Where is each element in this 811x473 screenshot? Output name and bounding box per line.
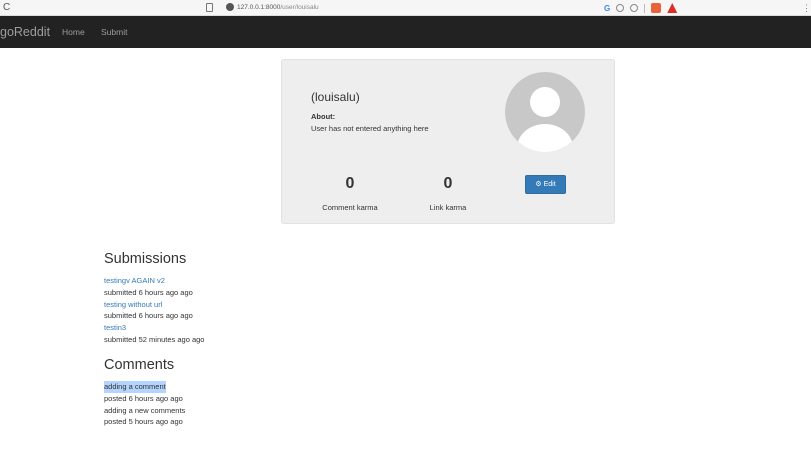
google-icon[interactable]: G (604, 4, 610, 13)
share-icon[interactable] (630, 4, 639, 12)
comment-meta: posted 5 hours ago ago (104, 417, 183, 427)
link-karma-value: 0 (443, 175, 453, 192)
navbar: goReddit Home Submit (0, 16, 811, 48)
zoom-icon[interactable] (616, 4, 625, 12)
url-path: /user/louisalu (280, 4, 319, 11)
browser-toolbar: C 127.0.0.1:8000/user/louisalu G ⋮ (0, 0, 811, 16)
comment-text[interactable]: adding a new comments (104, 405, 185, 417)
link-karma-label: Link karma (429, 203, 467, 212)
comment-karma-label: Comment karma (322, 203, 378, 212)
submissions-heading: Submissions (104, 251, 187, 267)
avatar (505, 72, 585, 152)
submission-meta: submitted 6 hours ago ago (104, 287, 193, 297)
about-label: About: (311, 112, 336, 121)
comment-meta: posted 6 hours ago ago (104, 393, 183, 403)
submission-title-link[interactable]: testingv AGAIN v2 (104, 275, 204, 287)
comment-text[interactable]: adding a comment (104, 381, 166, 393)
edit-button-label: Edit (543, 181, 556, 188)
browser-extension-bar: G (604, 1, 678, 15)
reload-icon[interactable]: C (3, 1, 10, 15)
submission-title-link[interactable]: testing without url (104, 299, 204, 311)
browser-menu-icon[interactable]: ⋮ (802, 1, 811, 15)
submission-meta: submitted 6 hours ago ago (104, 311, 193, 321)
profile-card: (louisalu) About: User has not entered a… (281, 59, 615, 224)
alert-extension-icon[interactable] (667, 3, 678, 13)
default-avatar-icon (517, 87, 573, 152)
comment-karma-value: 0 (345, 175, 355, 192)
site-info-icon[interactable] (226, 3, 234, 11)
brand-link[interactable]: goReddit (0, 16, 50, 48)
comment-text-row: adding a comment (104, 381, 185, 393)
about-text: User has not entered anything here (311, 124, 429, 133)
comment-karma-stat: 0 Comment karma (310, 174, 390, 212)
edit-profile-button[interactable]: ⚙ Edit (525, 175, 566, 194)
submission-meta: submitted 52 minutes ago ago (104, 334, 205, 344)
profile-username: (louisalu) (311, 90, 360, 104)
address-bar[interactable]: 127.0.0.1:8000/user/louisalu (237, 1, 319, 15)
nav-home-link[interactable]: Home (62, 16, 85, 48)
gear-icon: ⚙ (535, 181, 542, 188)
extension-icon[interactable] (651, 3, 662, 13)
submission-title-link[interactable]: testin3 (104, 322, 204, 334)
link-karma-stat: 0 Link karma (408, 174, 488, 212)
comments-list: adding a comment posted 6 hours ago ago … (104, 381, 185, 428)
nav-submit-link[interactable]: Submit (101, 16, 127, 48)
toolbar-divider (644, 3, 646, 13)
submissions-list: testingv AGAIN v2 submitted 6 hours ago … (104, 275, 204, 346)
comments-heading: Comments (104, 357, 175, 373)
tab-icon[interactable] (206, 3, 213, 12)
url-host: 127.0.0.1:8000 (237, 4, 281, 11)
